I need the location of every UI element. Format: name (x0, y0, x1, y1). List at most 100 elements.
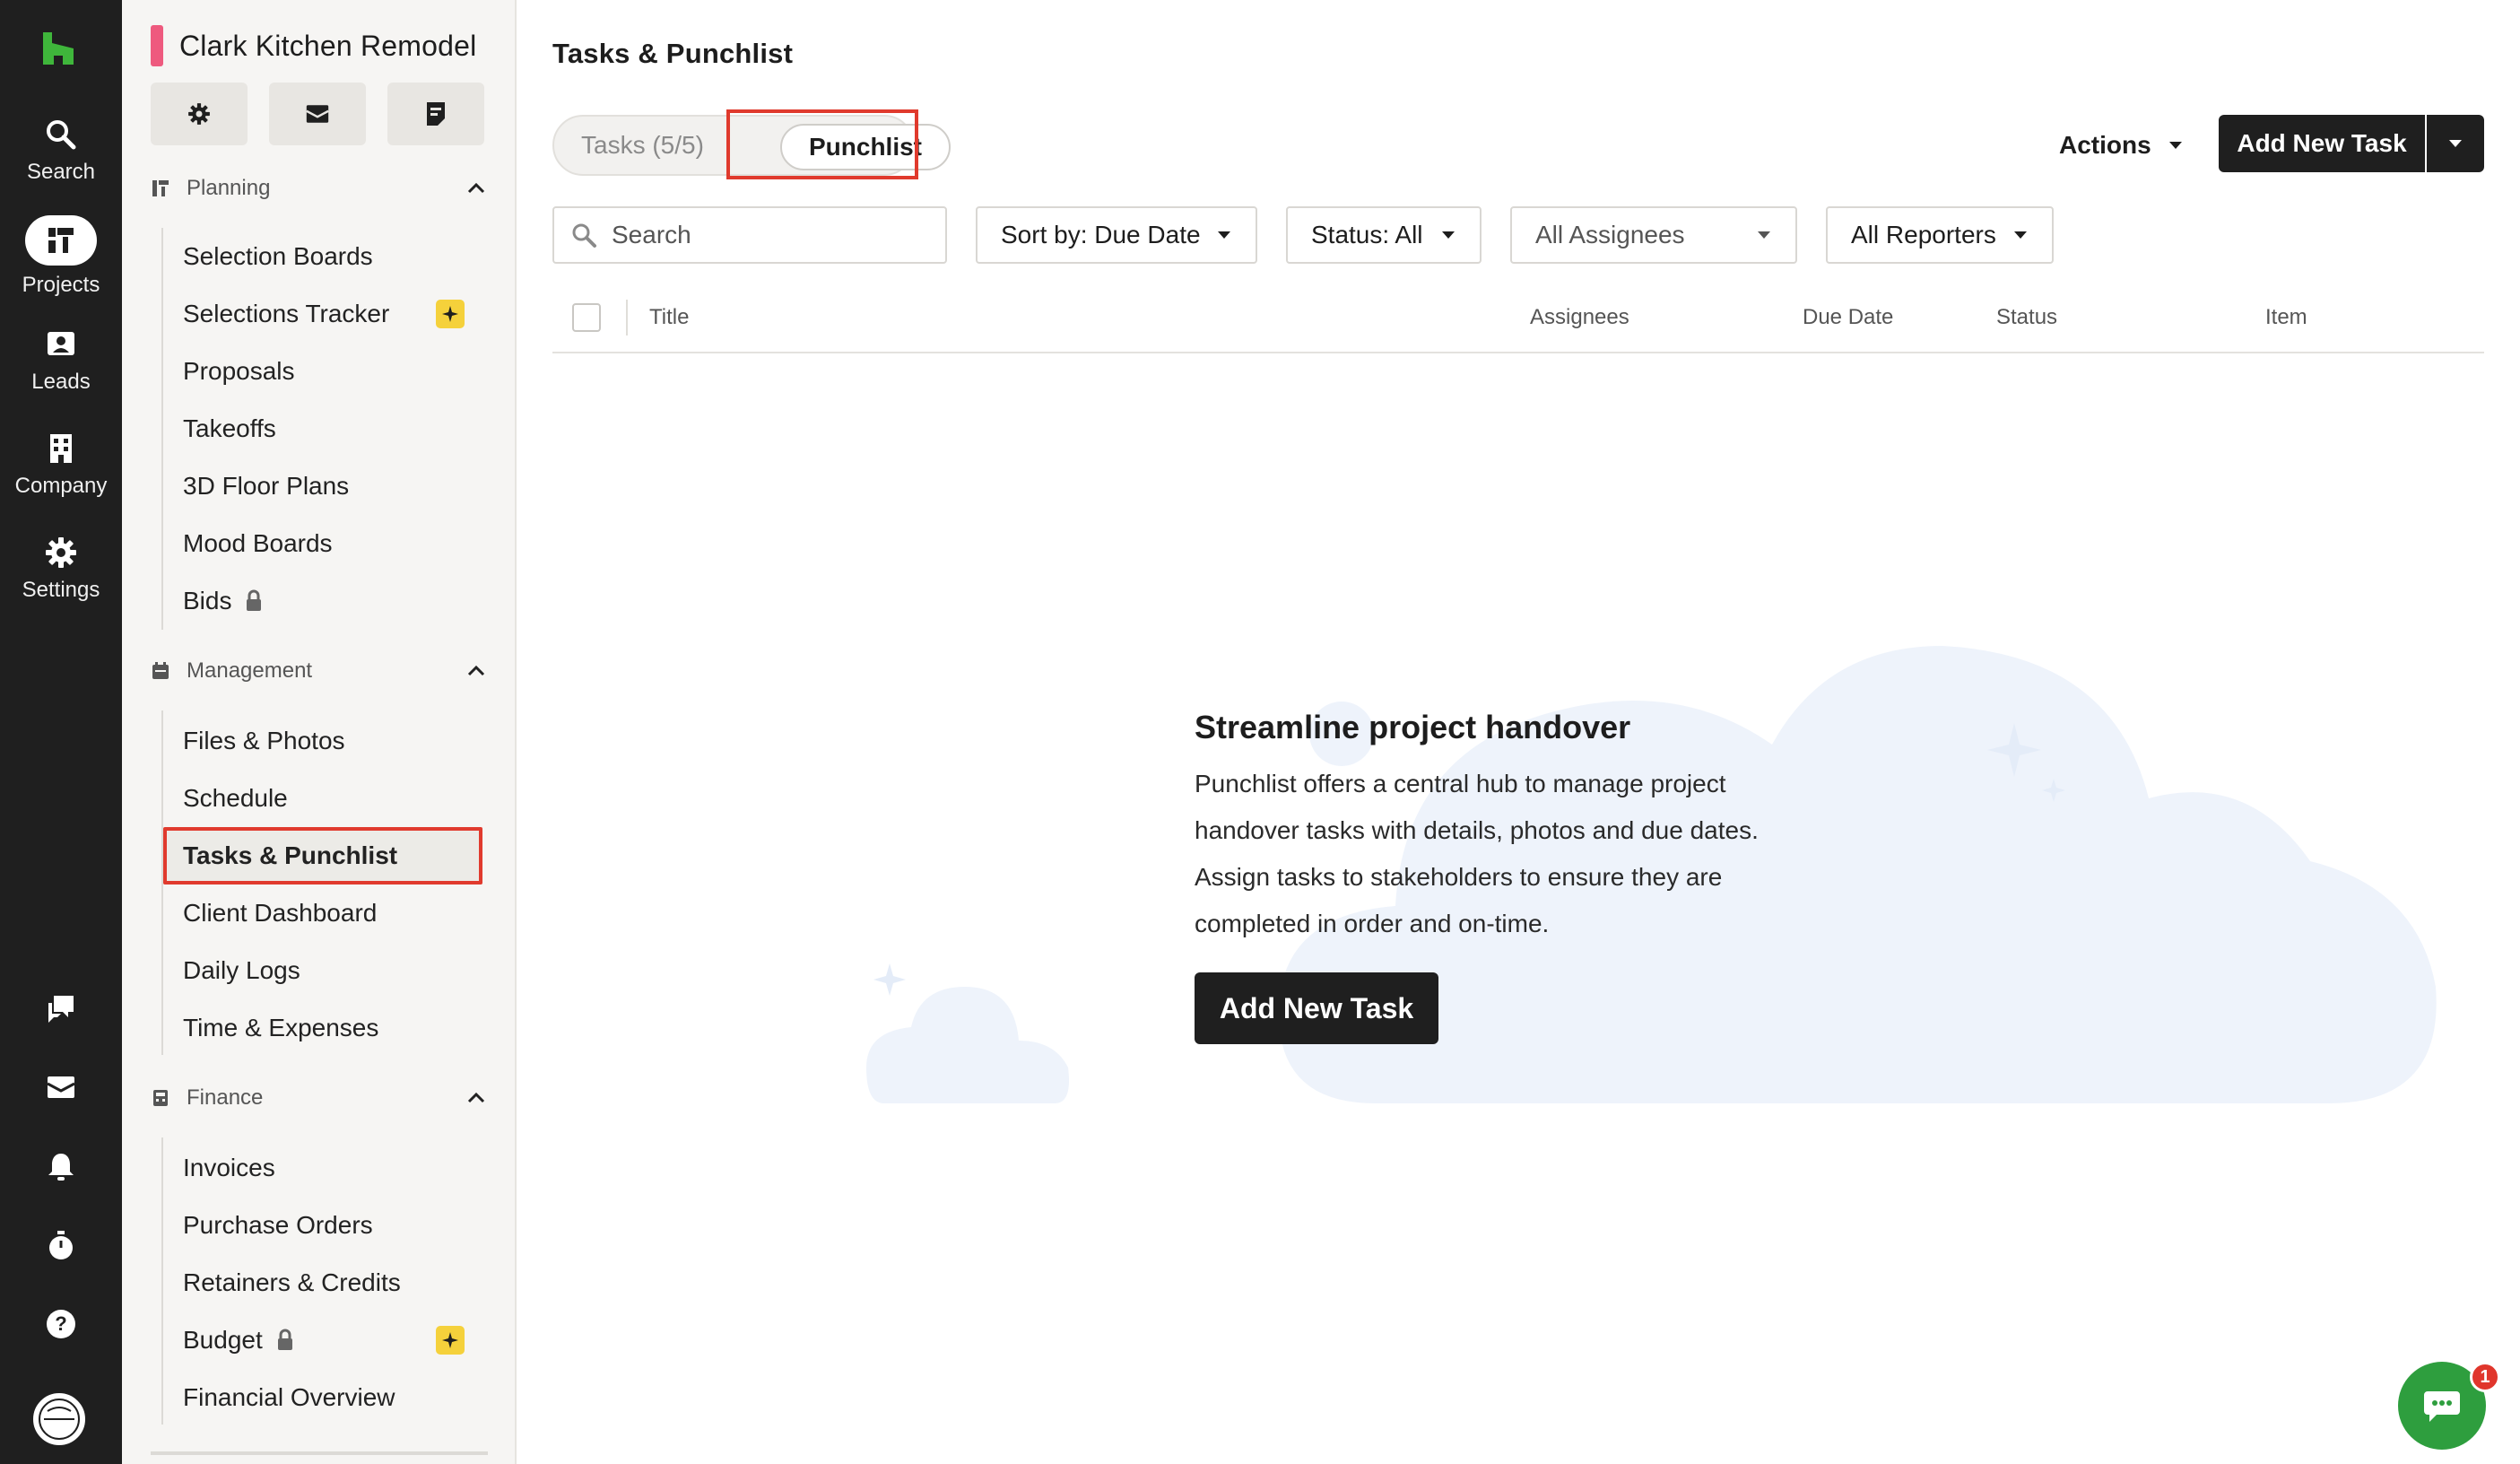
finance-icon (153, 1090, 168, 1106)
empty-state-line: handover tasks with details, photos and … (1195, 816, 1759, 844)
empty-state-description: Punchlist offers a central hub to manage… (1195, 761, 1822, 947)
sidebar-item-budget[interactable]: Budget (165, 1313, 482, 1367)
lock-icon (277, 1329, 292, 1350)
houzz-logo-icon[interactable] (39, 30, 79, 66)
sidebar-item-label: Schedule (183, 784, 288, 812)
rail-label: Settings (22, 578, 100, 602)
project-notes-button[interactable] (387, 83, 484, 145)
project-mail-button[interactable] (269, 83, 366, 145)
sidebar-scroll-edge (151, 1451, 488, 1455)
rail-label: Projects (22, 273, 100, 297)
rail-timer[interactable] (0, 1229, 122, 1261)
rail-item-search[interactable]: Search (0, 117, 122, 185)
section-label: Management (187, 658, 313, 683)
sidebar-item-daily-logs[interactable]: Daily Logs (165, 944, 482, 998)
sidebar-item-proposals[interactable]: Proposals (165, 344, 482, 398)
lock-icon (247, 589, 262, 611)
sidebar-item-label: Selection Boards (183, 242, 373, 270)
sidebar-item-mood-boards[interactable]: Mood Boards (165, 517, 482, 571)
sidebar-item-invoices[interactable]: Invoices (165, 1141, 482, 1195)
sidebar-item-3d-floor-plans[interactable]: 3D Floor Plans (165, 459, 482, 513)
sparkle-badge (436, 1326, 465, 1355)
section-label: Planning (187, 176, 271, 200)
sidebar-item-label: Client Dashboard (183, 899, 378, 927)
rail-label: Leads (31, 370, 91, 394)
rail-label: Company (14, 474, 108, 498)
rail-notifications[interactable] (0, 1150, 122, 1182)
company-icon (50, 434, 72, 463)
sidebar-item-label: Files & Photos (183, 727, 345, 754)
sidebar-item-label: Retainers & Credits (183, 1268, 401, 1296)
empty-state-line: Assign tasks to stakeholders to ensure t… (1195, 863, 1723, 891)
sidebar-item-retainers-credits[interactable]: Retainers & Credits (165, 1256, 482, 1310)
sidebar-item-purchase-orders[interactable]: Purchase Orders (165, 1198, 482, 1252)
sidebar-item-selection-boards[interactable]: Selection Boards (165, 230, 482, 283)
inbox-icon (47, 1076, 75, 1098)
rail-messages[interactable] (0, 992, 122, 1024)
section-guide-line (161, 228, 163, 630)
user-avatar[interactable] (30, 1390, 88, 1448)
sidebar-item-label: Financial Overview (183, 1383, 395, 1411)
sidebar-item-client-dashboard[interactable]: Client Dashboard (165, 886, 482, 940)
mail-icon (306, 105, 329, 123)
sidebar-item-time-expenses[interactable]: Time & Expenses (165, 1001, 482, 1055)
sidebar-item-label: Bids (183, 587, 232, 614)
management-icon (152, 662, 169, 679)
bell-icon (48, 1154, 74, 1181)
empty-state-line: completed in order and on-time. (1195, 910, 1550, 937)
section-management-header[interactable]: Management (151, 653, 488, 689)
sidebar-item-label: Daily Logs (183, 956, 300, 984)
rail-item-projects[interactable]: Projects (0, 215, 122, 298)
rail-item-leads[interactable]: Leads (0, 327, 122, 395)
sidebar-item-label: Tasks & Punchlist (183, 841, 398, 869)
rail-help[interactable]: ? (0, 1308, 122, 1340)
empty-state-title: Streamline project handover (1195, 709, 1631, 745)
help-icon: ? (47, 1310, 75, 1338)
chevron-up-icon (467, 1092, 485, 1103)
project-settings-button[interactable] (151, 83, 248, 145)
svg-text:?: ? (55, 1312, 66, 1335)
gear-icon (188, 103, 210, 125)
chat-icon (2424, 1391, 2460, 1422)
sidebar-item-label: Purchase Orders (183, 1211, 373, 1239)
sparkle-icon (442, 1332, 458, 1348)
empty-state-add-task-button[interactable]: Add New Task (1195, 972, 1438, 1044)
rail-item-settings[interactable]: Settings (0, 535, 122, 603)
gear-icon (46, 537, 76, 568)
section-guide-line (161, 1137, 163, 1425)
timer-icon (49, 1231, 73, 1259)
avatar-icon (39, 1399, 80, 1440)
rail-inbox[interactable] (0, 1073, 122, 1102)
sidebar-item-label: Invoices (183, 1154, 275, 1181)
planning-icon (152, 180, 169, 196)
rail-item-company[interactable]: Company (0, 431, 122, 499)
sidebar-item-tasks-punchlist[interactable]: Tasks & Punchlist (163, 827, 482, 884)
sparkle-icon (442, 306, 458, 322)
project-name: Clark Kitchen Remodel (179, 29, 477, 62)
chat-unread-badge: 1 (2470, 1362, 2500, 1392)
chevron-up-icon (467, 665, 485, 676)
notes-icon (427, 102, 445, 126)
section-finance-header[interactable]: Finance (151, 1080, 488, 1116)
search-icon (47, 120, 76, 150)
leads-icon (48, 332, 74, 355)
sidebar-item-selections-tracker[interactable]: Selections Tracker (165, 287, 482, 341)
sidebar-item-label: Budget (183, 1326, 263, 1354)
sidebar-item-financial-overview[interactable]: Financial Overview (165, 1371, 482, 1425)
section-planning-header[interactable]: Planning (151, 170, 488, 206)
sparkle-badge (436, 300, 465, 328)
main-content: Tasks & Punchlist Tasks (5/5) Punchlist … (517, 0, 2520, 1464)
section-label: Finance (187, 1085, 264, 1110)
projects-icon (48, 228, 74, 253)
projects-pill (25, 215, 97, 266)
sidebar-item-takeoffs[interactable]: Takeoffs (165, 402, 482, 456)
sidebar-item-schedule[interactable]: Schedule (165, 771, 482, 825)
sidebar-item-label: Time & Expenses (183, 1014, 379, 1041)
chevron-up-icon (467, 182, 485, 194)
sidebar-item-label: Takeoffs (183, 414, 276, 442)
sidebar-item-label: Proposals (183, 357, 295, 385)
sidebar-item-bids[interactable]: Bids (165, 574, 482, 628)
sidebar-item-files-photos[interactable]: Files & Photos (165, 714, 482, 768)
rail-label: Search (26, 160, 96, 184)
project-header[interactable]: Clark Kitchen Remodel (151, 25, 476, 66)
